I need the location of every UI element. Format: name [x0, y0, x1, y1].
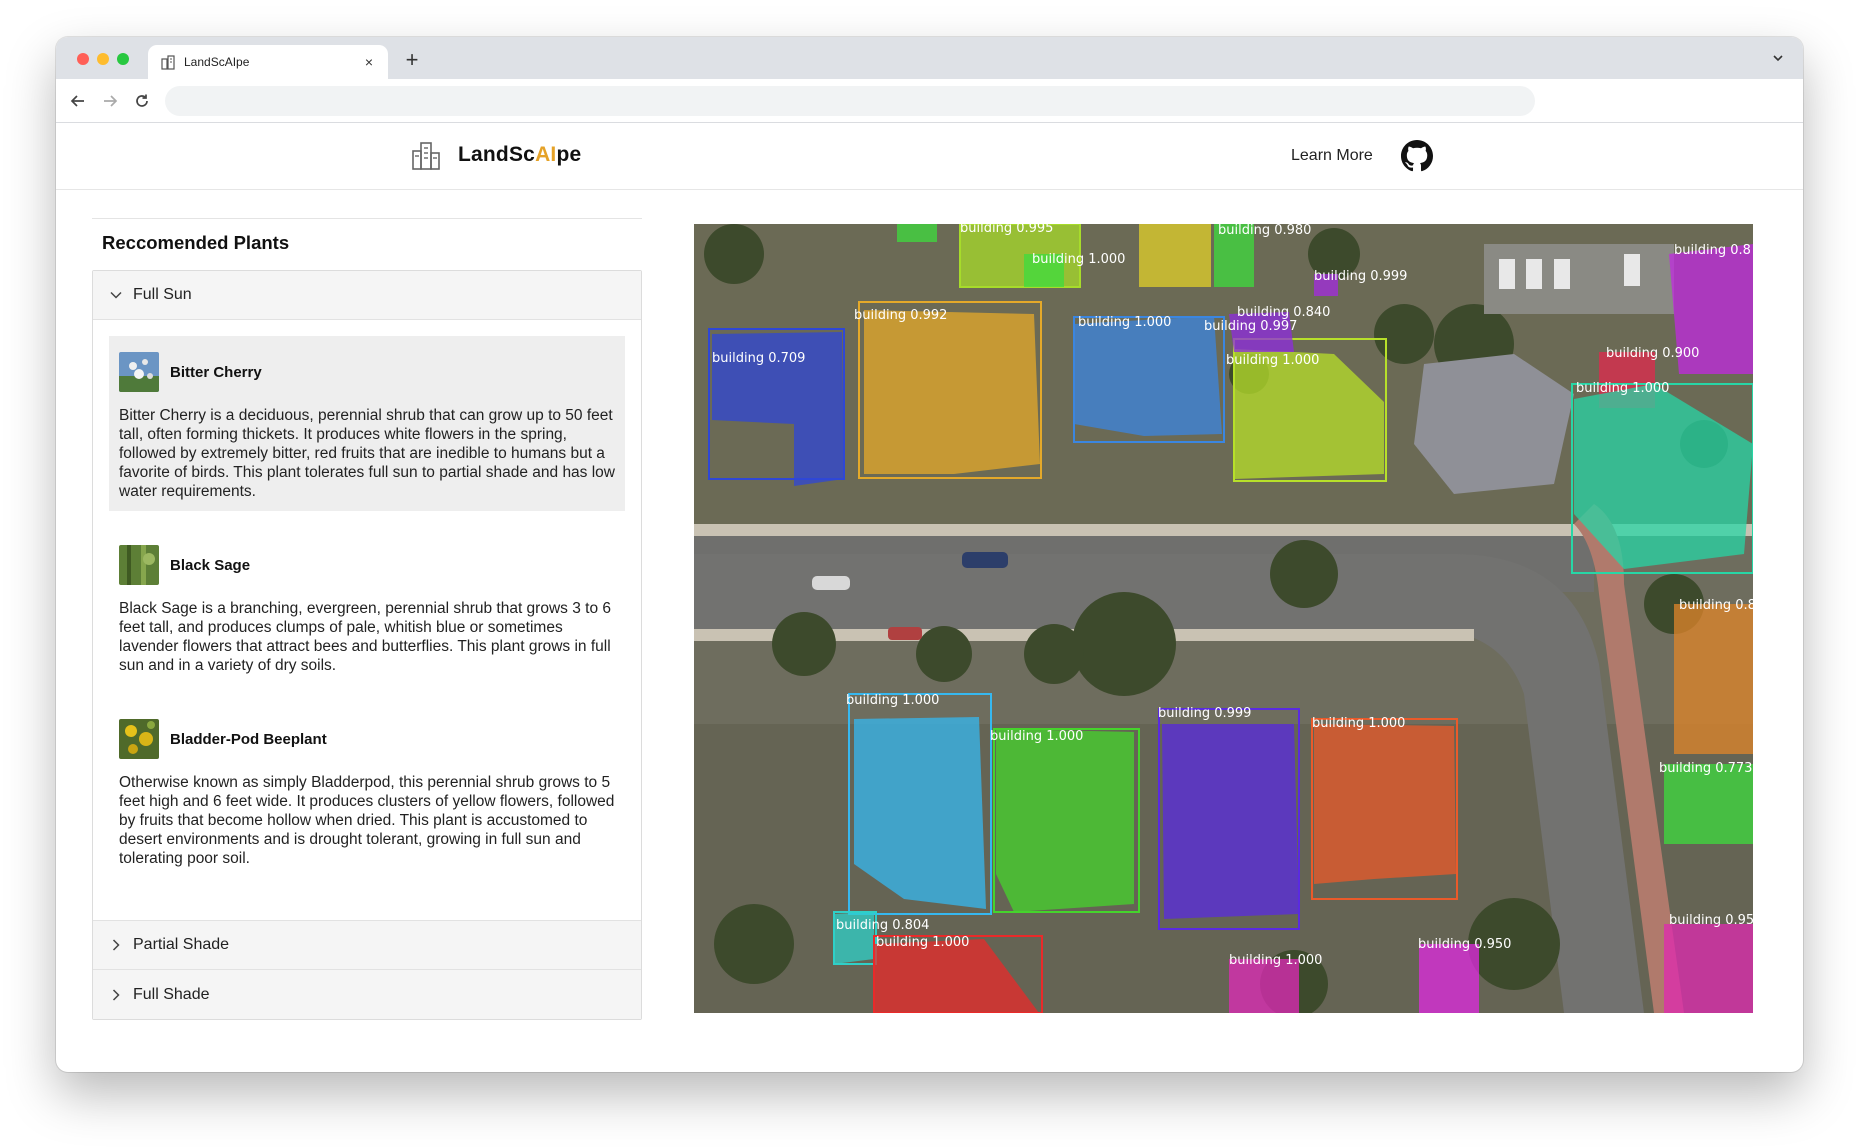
browser-tab[interactable]: LandScAIpe × [148, 45, 388, 79]
learn-more-link[interactable]: Learn More [1291, 147, 1373, 165]
plant-description: Black Sage is a branching, evergreen, pe… [119, 600, 611, 674]
plant-card-bitter-cherry[interactable]: Bitter Cherry Bitter Cherry is a deciduo… [109, 336, 625, 511]
detection-label: building 0.992 [854, 308, 947, 323]
plant-description: Otherwise known as simply Bladderpod, th… [119, 774, 615, 867]
detection-label: building 0.995 [960, 224, 1053, 236]
detection-label: building 0.950 [1418, 937, 1511, 952]
city-icon [161, 55, 175, 70]
detection-label: building 1.000 [876, 935, 969, 950]
app-header: LandScAIpe Learn More [56, 123, 1803, 190]
plant-card-bladder-pod-beeplant[interactable]: Bladder-Pod Beeplant Otherwise known as … [109, 703, 625, 878]
detection-label: building 0.840 [1237, 305, 1330, 320]
detection-label: building 0.95 [1669, 913, 1753, 928]
back-icon[interactable] [66, 89, 90, 113]
tab-strip: LandScAIpe × + [56, 37, 1803, 79]
detection-label: building 0.804 [836, 918, 929, 933]
detection-label: building 1.000 [1078, 315, 1171, 330]
browser-toolbar [56, 79, 1803, 123]
panel-title: Reccomended Plants [102, 232, 290, 253]
detection-label: building 0.980 [1218, 224, 1311, 238]
detection-label: building 0.773 [1659, 761, 1752, 776]
section-full-sun[interactable]: Full Sun [93, 271, 641, 320]
detection-label: building 1.000 [990, 729, 1083, 744]
chevron-right-icon [112, 939, 120, 951]
detection-label: building 1.000 [1229, 953, 1322, 968]
browser-window: LandScAIpe × + LandScAIpe Learn More Rec… [56, 37, 1803, 1072]
close-window-button[interactable] [77, 53, 89, 65]
section-label: Full Sun [133, 286, 192, 303]
brand[interactable]: LandScAIpe [410, 139, 581, 171]
plant-card-black-sage[interactable]: Black Sage Black Sage is a branching, ev… [109, 529, 625, 685]
plants-accordion: Full Sun Bitter Cherry Bitter Cherry is … [92, 270, 642, 1020]
reload-icon[interactable] [130, 89, 154, 113]
new-tab-button[interactable]: + [400, 47, 424, 73]
detection-label: building 0.900 [1606, 346, 1699, 361]
section-label: Full Shade [133, 985, 210, 1003]
city-logo-icon [412, 142, 440, 170]
plant-thumbnail [119, 719, 159, 759]
maximize-window-button[interactable] [117, 53, 129, 65]
detection-label: building 0.709 [712, 351, 805, 366]
chevron-down-icon [110, 291, 122, 299]
detection-label: building 0.999 [1314, 269, 1407, 284]
brand-name: LandScAIpe [458, 143, 582, 166]
detection-label: building 0.999 [1158, 706, 1251, 721]
chevron-right-icon [112, 988, 120, 1001]
section-label: Partial Shade [133, 936, 230, 953]
plant-name: Bitter Cherry [170, 363, 262, 381]
detection-label: building 0.8 [1679, 598, 1753, 613]
detection-label: building 1.000 [1576, 381, 1669, 396]
detection-label: building 1.000 [846, 693, 939, 708]
segmentation-image: building 0.709 building 0.992 building 1… [694, 224, 1753, 1013]
plant-thumbnail [119, 352, 159, 392]
detection-label: building 1.000 [1312, 716, 1405, 731]
detection-label: building 1.000 [1032, 252, 1125, 267]
plant-name: Bladder-Pod Beeplant [170, 730, 327, 748]
section-full-shade[interactable]: Full Shade [93, 970, 641, 1019]
full-sun-plant-list: Bitter Cherry Bitter Cherry is a deciduo… [93, 320, 641, 921]
tab-title: LandScAIpe [184, 55, 250, 69]
section-partial-shade[interactable]: Partial Shade [93, 921, 641, 970]
github-icon[interactable] [1401, 140, 1433, 172]
plant-description: Bitter Cherry is a deciduous, perennial … [119, 407, 615, 500]
plant-name: Black Sage [170, 556, 251, 574]
detection-label: building 0.8 [1674, 243, 1751, 258]
minimize-window-button[interactable] [97, 53, 109, 65]
address-bar[interactable] [165, 86, 1535, 116]
forward-icon[interactable] [98, 89, 122, 113]
plants-panel: Reccomended Plants Full Sun Bitter Cherr… [92, 218, 642, 1020]
chevron-down-icon[interactable] [1771, 51, 1785, 65]
detection-label: building 0.997 [1204, 319, 1297, 334]
close-tab-icon[interactable]: × [360, 54, 378, 70]
detection-label: building 1.000 [1226, 353, 1319, 368]
plant-thumbnail [119, 545, 159, 585]
